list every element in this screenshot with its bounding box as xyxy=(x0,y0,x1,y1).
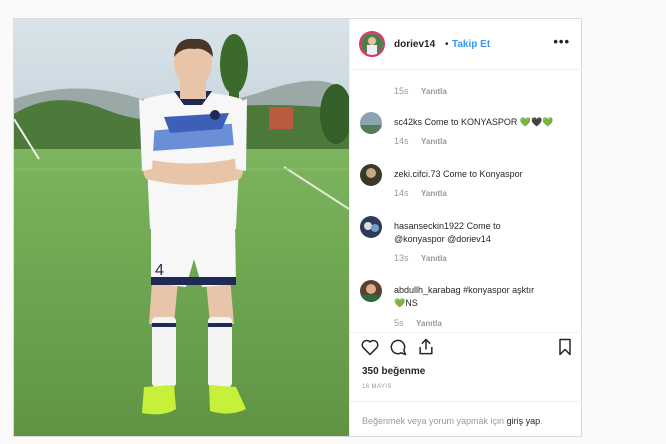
login-link[interactable]: giriş yap xyxy=(507,416,541,426)
post-header: doriev14 • Takip Et ••• xyxy=(350,19,582,70)
author-username[interactable]: doriev14 xyxy=(394,39,435,50)
heart-icon[interactable] xyxy=(360,337,380,362)
commenter-avatar-image xyxy=(360,280,382,302)
comment-time[interactable]: 13s xyxy=(394,253,409,263)
commenter-avatar-image xyxy=(360,164,382,186)
comment-meta: 15s Yanıtla xyxy=(394,86,447,96)
comment-text: hasanseckin1922 Come to @konyaspor @dori… xyxy=(394,220,524,246)
post-side-panel: doriev14 • Takip Et ••• 15s Yanıtla sc42… xyxy=(349,19,582,436)
reply-button[interactable]: Yanıtla xyxy=(421,87,447,96)
separator-dot: • xyxy=(445,39,449,50)
commenter-avatar[interactable] xyxy=(360,164,382,186)
more-options-icon[interactable]: ••• xyxy=(553,34,570,49)
comment-icon[interactable] xyxy=(388,337,408,362)
post-actions xyxy=(350,332,582,361)
post-date[interactable]: 16 MAYIS xyxy=(362,384,392,390)
commenter-avatar-image xyxy=(360,216,382,238)
comment-meta: 5s Yanıtla xyxy=(394,318,442,328)
comment-meta: 13s Yanıtla xyxy=(394,253,447,263)
football-player-photo: 4 xyxy=(14,19,349,436)
comment-time[interactable]: 5s xyxy=(394,318,404,328)
like-count[interactable]: 350 beğenme xyxy=(362,366,425,377)
comment-text: sc42ks Come to KONYASPOR 💚🖤💚 xyxy=(394,116,576,129)
bookmark-icon[interactable] xyxy=(556,337,574,362)
login-prompt-suffix: . xyxy=(540,416,543,426)
commenter-avatar[interactable] xyxy=(360,112,382,134)
comment-time[interactable]: 15s xyxy=(394,86,409,96)
comment-meta: 14s Yanıtla xyxy=(394,188,447,198)
comment-time[interactable]: 14s xyxy=(394,188,409,198)
comment-meta: 14s Yanıtla xyxy=(394,136,447,146)
follow-button[interactable]: Takip Et xyxy=(452,39,490,50)
commenter-avatar[interactable] xyxy=(360,280,382,302)
login-prompt-prefix: Beğenmek veya yorum yapmak için xyxy=(362,416,507,426)
comment-time[interactable]: 14s xyxy=(394,136,409,146)
reply-button[interactable]: Yanıtla xyxy=(421,137,447,146)
reply-button[interactable]: Yanıtla xyxy=(421,189,447,198)
post-card: 4 doriev14 • Takip Et ••• 15s Yanıtla sc… xyxy=(13,18,582,437)
comment-body: Come to Konyaspor xyxy=(443,169,523,179)
login-prompt-text: Beğenmek veya yorum yapmak için giriş ya… xyxy=(362,416,543,426)
reply-button[interactable]: Yanıtla xyxy=(421,254,447,263)
commenter-avatar-image xyxy=(360,112,382,134)
reply-button[interactable]: Yanıtla xyxy=(416,319,442,328)
comment-username[interactable]: zeki.cifci.73 xyxy=(394,169,441,179)
commenter-avatar[interactable] xyxy=(360,216,382,238)
author-avatar-image xyxy=(361,33,383,55)
login-prompt: Beğenmek veya yorum yapmak için giriş ya… xyxy=(350,401,582,437)
comment-username[interactable]: sc42ks xyxy=(394,117,422,127)
comment-username[interactable]: abdullh_karabag xyxy=(394,285,461,295)
author-avatar[interactable] xyxy=(359,31,385,57)
svg-text:4: 4 xyxy=(155,262,164,279)
comment-text: zeki.cifci.73 Come to Konyaspor xyxy=(394,168,576,181)
comment-body: Come to KONYASPOR 💚🖤💚 xyxy=(424,117,554,127)
post-photo[interactable]: 4 xyxy=(14,19,349,436)
comment-username[interactable]: hasanseckin1922 xyxy=(394,221,464,231)
comment-text: abdullh_karabag #konyaspor aşktır 💚NS xyxy=(394,284,544,310)
share-icon[interactable] xyxy=(416,337,436,362)
